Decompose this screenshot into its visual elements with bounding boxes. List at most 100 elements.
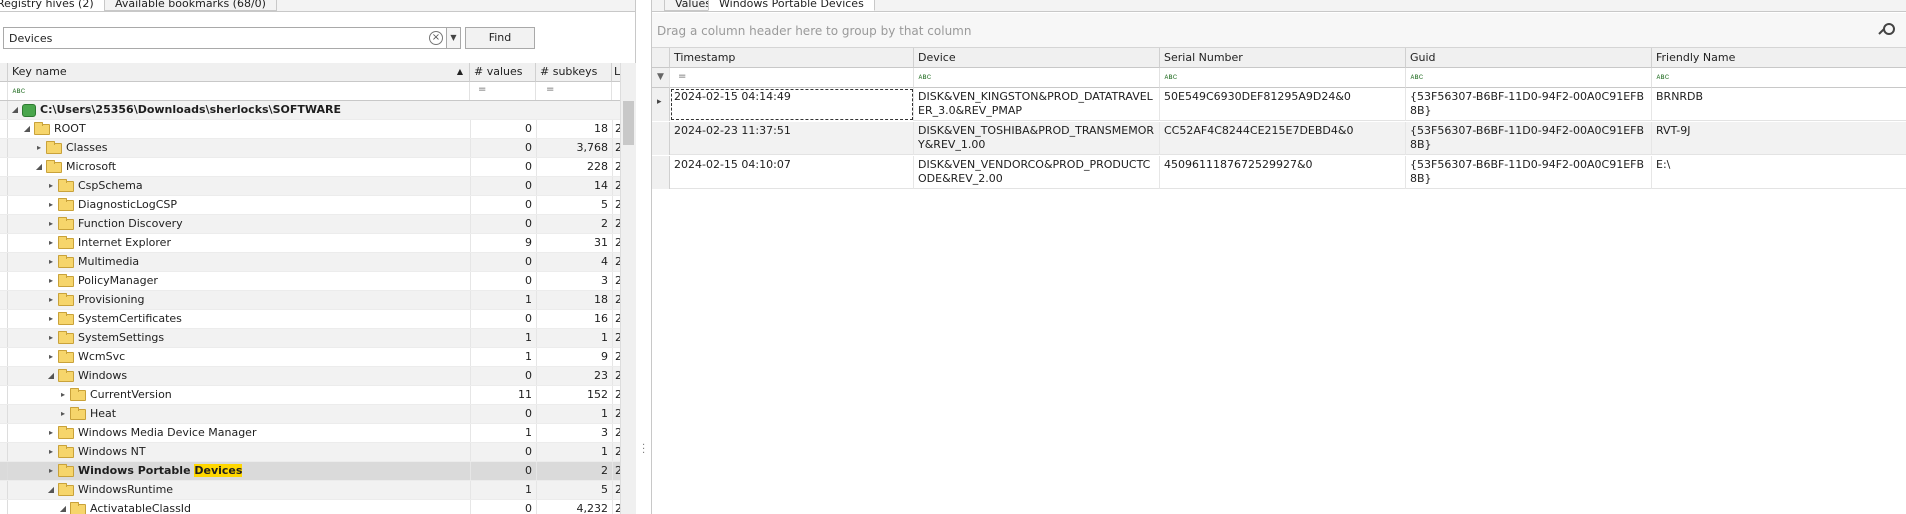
search-history-dropdown-button[interactable]: ▼ [446, 27, 461, 49]
tree-row[interactable]: ▸ Windows NT 0 1 2 [0, 443, 622, 462]
tab-windows-portable-devices[interactable]: Windows Portable Devices [708, 0, 875, 11]
registry-tree-pane: Registry hives (2) Available bookmarks (… [0, 0, 636, 514]
column-header-timestamp[interactable]: Timestamp [670, 48, 914, 68]
tree-row-hive[interactable]: ◢ C:\Users\25356\Downloads\sherlocks\SOF… [0, 101, 620, 120]
expand-icon[interactable]: ▸ [46, 424, 56, 442]
filter-device[interactable]: ᴀʙᴄ [914, 68, 1160, 88]
filter-key-name[interactable]: ᴀʙᴄ [8, 82, 470, 100]
expand-icon[interactable]: ▸ [58, 386, 68, 404]
tree-row[interactable]: ▸ Classes 0 3,768 2 [0, 139, 622, 158]
pane-splitter[interactable]: · · · [637, 0, 651, 514]
friendly-name-cell[interactable]: RVT-9J [1652, 122, 1906, 155]
tree-row[interactable]: ▸ Function Discovery 0 2 2 [0, 215, 622, 234]
column-header-key-name[interactable]: Key name ▲ [8, 63, 470, 82]
search-input[interactable] [4, 28, 424, 48]
collapse-icon[interactable]: ◢ [22, 120, 32, 138]
find-button[interactable]: Find [465, 27, 535, 49]
tree-row[interactable]: ▸ SystemCertificates 0 16 2 [0, 310, 622, 329]
collapse-icon[interactable]: ◢ [10, 101, 20, 119]
table-row[interactable]: ▸ 2024-02-15 04:14:49 DISK&VEN_KINGSTON&PR… [652, 88, 1906, 121]
tree-row[interactable]: ▸ SystemSettings 1 1 2 [0, 329, 622, 348]
timestamp-cell[interactable]: 2024-02-15 04:14:49 [670, 88, 914, 121]
column-header-friendly-name[interactable]: Friendly Name [1652, 48, 1906, 68]
tree-row[interactable]: ▸ Provisioning 1 18 2 [0, 291, 622, 310]
tree-row[interactable]: ◢ ROOT 0 18 2 [0, 120, 622, 139]
tree-row[interactable]: ▸ Heat 0 1 2 [0, 405, 622, 424]
table-row[interactable]: 2024-02-15 04:10:07 DISK&VEN_VENDORCO&PRO… [652, 156, 1906, 189]
tab-registry-hives[interactable]: Registry hives (2) [0, 0, 105, 11]
friendly-name-cell[interactable]: E:\ [1652, 156, 1906, 189]
device-cell[interactable]: DISK&VEN_KINGSTON&PROD_DATATRAVELER_3.0&… [914, 88, 1160, 121]
expand-icon[interactable]: ▸ [46, 196, 56, 214]
table-row[interactable]: 2024-02-23 11:37:51 DISK&VEN_TOSHIBA&PROD… [652, 122, 1906, 155]
tree-row[interactable]: ▸ Multimedia 0 4 2 [0, 253, 622, 272]
guid-cell[interactable]: {53F56307-B6BF-11D0-94F2-00A0C91EFB8B} [1406, 156, 1652, 189]
filter-guid[interactable]: ᴀʙᴄ [1406, 68, 1652, 88]
column-header-guid[interactable]: Guid [1406, 48, 1652, 68]
collapse-icon[interactable]: ◢ [46, 481, 56, 499]
tree-row[interactable]: ◢ WindowsRuntime 1 5 2 [0, 481, 622, 500]
expand-icon[interactable]: ▸ [58, 405, 68, 423]
scrollbar-thumb[interactable] [623, 101, 634, 145]
filter-indicator [0, 82, 8, 100]
tree-row[interactable]: ▸ CurrentVersion 11 152 2 [0, 386, 622, 405]
right-tabstrip: Values Windows Portable Devices [652, 0, 1906, 12]
device-cell[interactable]: DISK&VEN_VENDORCO&PROD_PRODUCTCODE&REV_2… [914, 156, 1160, 189]
timestamp-cell[interactable]: 2024-02-15 04:10:07 [670, 156, 914, 189]
serial-number-cell[interactable]: 50E549C6930DEF81295A9D24&0 [1160, 88, 1406, 121]
key-name: Internet Explorer [78, 236, 171, 249]
clear-search-icon[interactable]: × [429, 31, 443, 45]
column-header-serial-number[interactable]: Serial Number [1160, 48, 1406, 68]
group-by-panel[interactable]: Drag a column header here to group by th… [652, 13, 1906, 48]
expand-icon[interactable]: ▸ [46, 272, 56, 290]
expand-icon[interactable]: ▸ [46, 329, 56, 347]
expand-icon[interactable]: ▸ [46, 443, 56, 461]
filter-values[interactable]: = [470, 82, 536, 100]
expand-icon[interactable]: ▸ [46, 310, 56, 328]
expand-icon[interactable]: ▸ [46, 291, 56, 309]
search-box: × [3, 27, 449, 49]
serial-number-cell[interactable]: 4509611187672529927&0 [1160, 156, 1406, 189]
tab-available-bookmarks[interactable]: Available bookmarks (68/0) [104, 0, 277, 11]
friendly-name-cell[interactable]: BRNRDB [1652, 88, 1906, 121]
tree-row[interactable]: ▸ PolicyManager 0 3 2 [0, 272, 622, 291]
filter-friendly-name[interactable]: ᴀʙᴄ [1652, 68, 1906, 88]
timestamp-cell[interactable]: 2024-02-23 11:37:51 [670, 122, 914, 155]
expand-icon[interactable]: ▸ [46, 177, 56, 195]
guid-cell[interactable]: {53F56307-B6BF-11D0-94F2-00A0C91EFB8B} [1406, 88, 1652, 121]
tree-vertical-scrollbar[interactable] [620, 63, 636, 514]
collapse-icon[interactable]: ◢ [58, 500, 68, 514]
key-name: SystemCertificates [78, 312, 182, 325]
device-cell[interactable]: DISK&VEN_TOSHIBA&PROD_TRANSMEMORY&REV_1.… [914, 122, 1160, 155]
equals-filter-icon: = [546, 84, 555, 95]
tree-row[interactable]: ▸ Windows Media Device Manager 1 3 2 [0, 424, 622, 443]
tree-row[interactable]: ◢ ActivatableClassId 0 4,232 2 [0, 500, 622, 514]
collapse-icon[interactable]: ◢ [34, 158, 44, 176]
filter-timestamp[interactable]: = [670, 68, 914, 88]
filter-serial-number[interactable]: ᴀʙᴄ [1160, 68, 1406, 88]
key-name: WcmSvc [78, 350, 126, 363]
expand-icon[interactable]: ▸ [46, 253, 56, 271]
tree-row[interactable]: ◢ Windows 0 23 2 [0, 367, 622, 386]
serial-number-cell[interactable]: CC52AF4C8244CE215E7DEBD4&0 [1160, 122, 1406, 155]
expand-icon[interactable]: ▸ [34, 139, 44, 157]
search-icon[interactable] [1879, 23, 1895, 37]
tree-row[interactable]: ▸ Internet Explorer 9 31 2 [0, 234, 622, 253]
collapse-icon[interactable]: ◢ [46, 367, 56, 385]
tree-row[interactable]: ◢ Microsoft 0 228 2 [0, 158, 622, 177]
expand-icon[interactable]: ▸ [46, 462, 56, 480]
tree-row[interactable]: ▸ WcmSvc 1 9 2 [0, 348, 622, 367]
column-header-subkeys[interactable]: # subkeys [536, 63, 612, 82]
tree-row[interactable]: ▸ CspSchema 0 14 2 [0, 177, 622, 196]
tree-row[interactable]: ▸ DiagnosticLogCSP 0 5 2 [0, 196, 622, 215]
filter-subkeys[interactable]: = [536, 82, 612, 100]
tree-row[interactable]: ▸ Windows Portable Devices 0 2 2 [0, 462, 622, 481]
column-header-device[interactable]: Device [914, 48, 1160, 68]
expand-icon[interactable]: ▸ [46, 348, 56, 366]
expand-icon[interactable]: ▸ [46, 234, 56, 252]
expand-icon[interactable]: ▸ [46, 215, 56, 233]
column-header-values[interactable]: # values [470, 63, 536, 82]
subkeys-count: 1 [536, 405, 612, 423]
text-filter-icon: ᴀʙᴄ [918, 72, 931, 81]
guid-cell[interactable]: {53F56307-B6BF-11D0-94F2-00A0C91EFB8B} [1406, 122, 1652, 155]
